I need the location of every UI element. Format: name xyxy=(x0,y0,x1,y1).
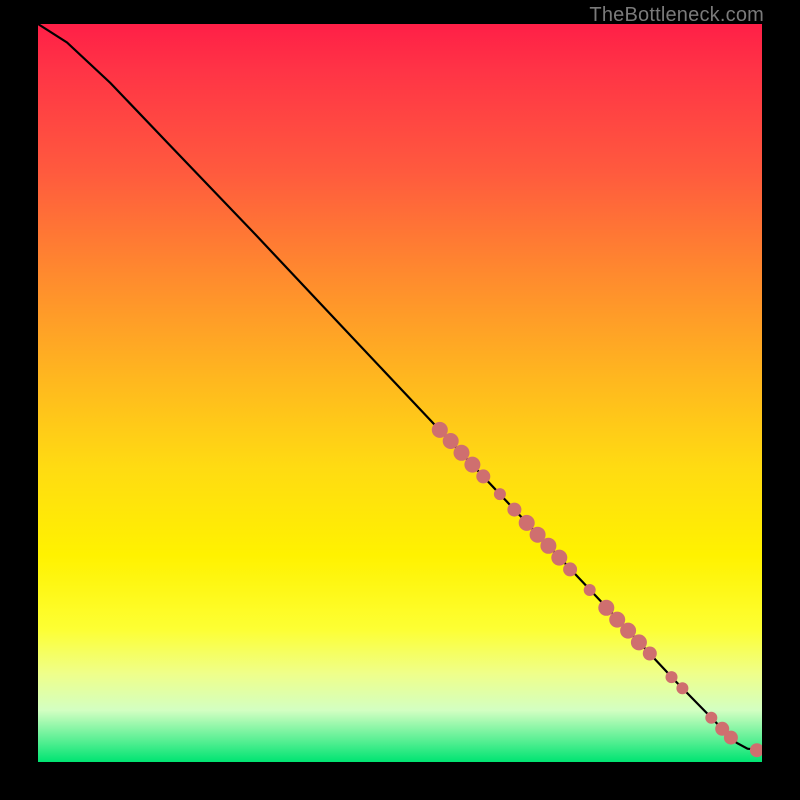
data-marker xyxy=(666,671,678,683)
data-marker xyxy=(676,682,688,694)
data-marker xyxy=(540,538,556,554)
data-marker xyxy=(620,623,636,639)
data-marker xyxy=(476,469,490,483)
plot-area xyxy=(38,24,762,762)
data-marker xyxy=(598,600,614,616)
data-marker xyxy=(750,743,762,757)
data-marker xyxy=(584,584,596,596)
data-marker xyxy=(507,503,521,517)
data-marker xyxy=(519,515,535,531)
data-marker xyxy=(563,562,577,576)
data-marker xyxy=(494,488,506,500)
data-marker xyxy=(464,457,480,473)
data-markers xyxy=(432,422,762,757)
data-marker xyxy=(724,731,738,745)
chart-frame: TheBottleneck.com xyxy=(0,0,800,800)
data-marker xyxy=(443,433,459,449)
data-marker xyxy=(631,634,647,650)
data-marker xyxy=(705,712,717,724)
data-marker xyxy=(643,647,657,661)
data-marker xyxy=(551,550,567,566)
chart-overlay xyxy=(38,24,762,762)
bottleneck-curve xyxy=(38,24,762,750)
data-marker xyxy=(454,445,470,461)
